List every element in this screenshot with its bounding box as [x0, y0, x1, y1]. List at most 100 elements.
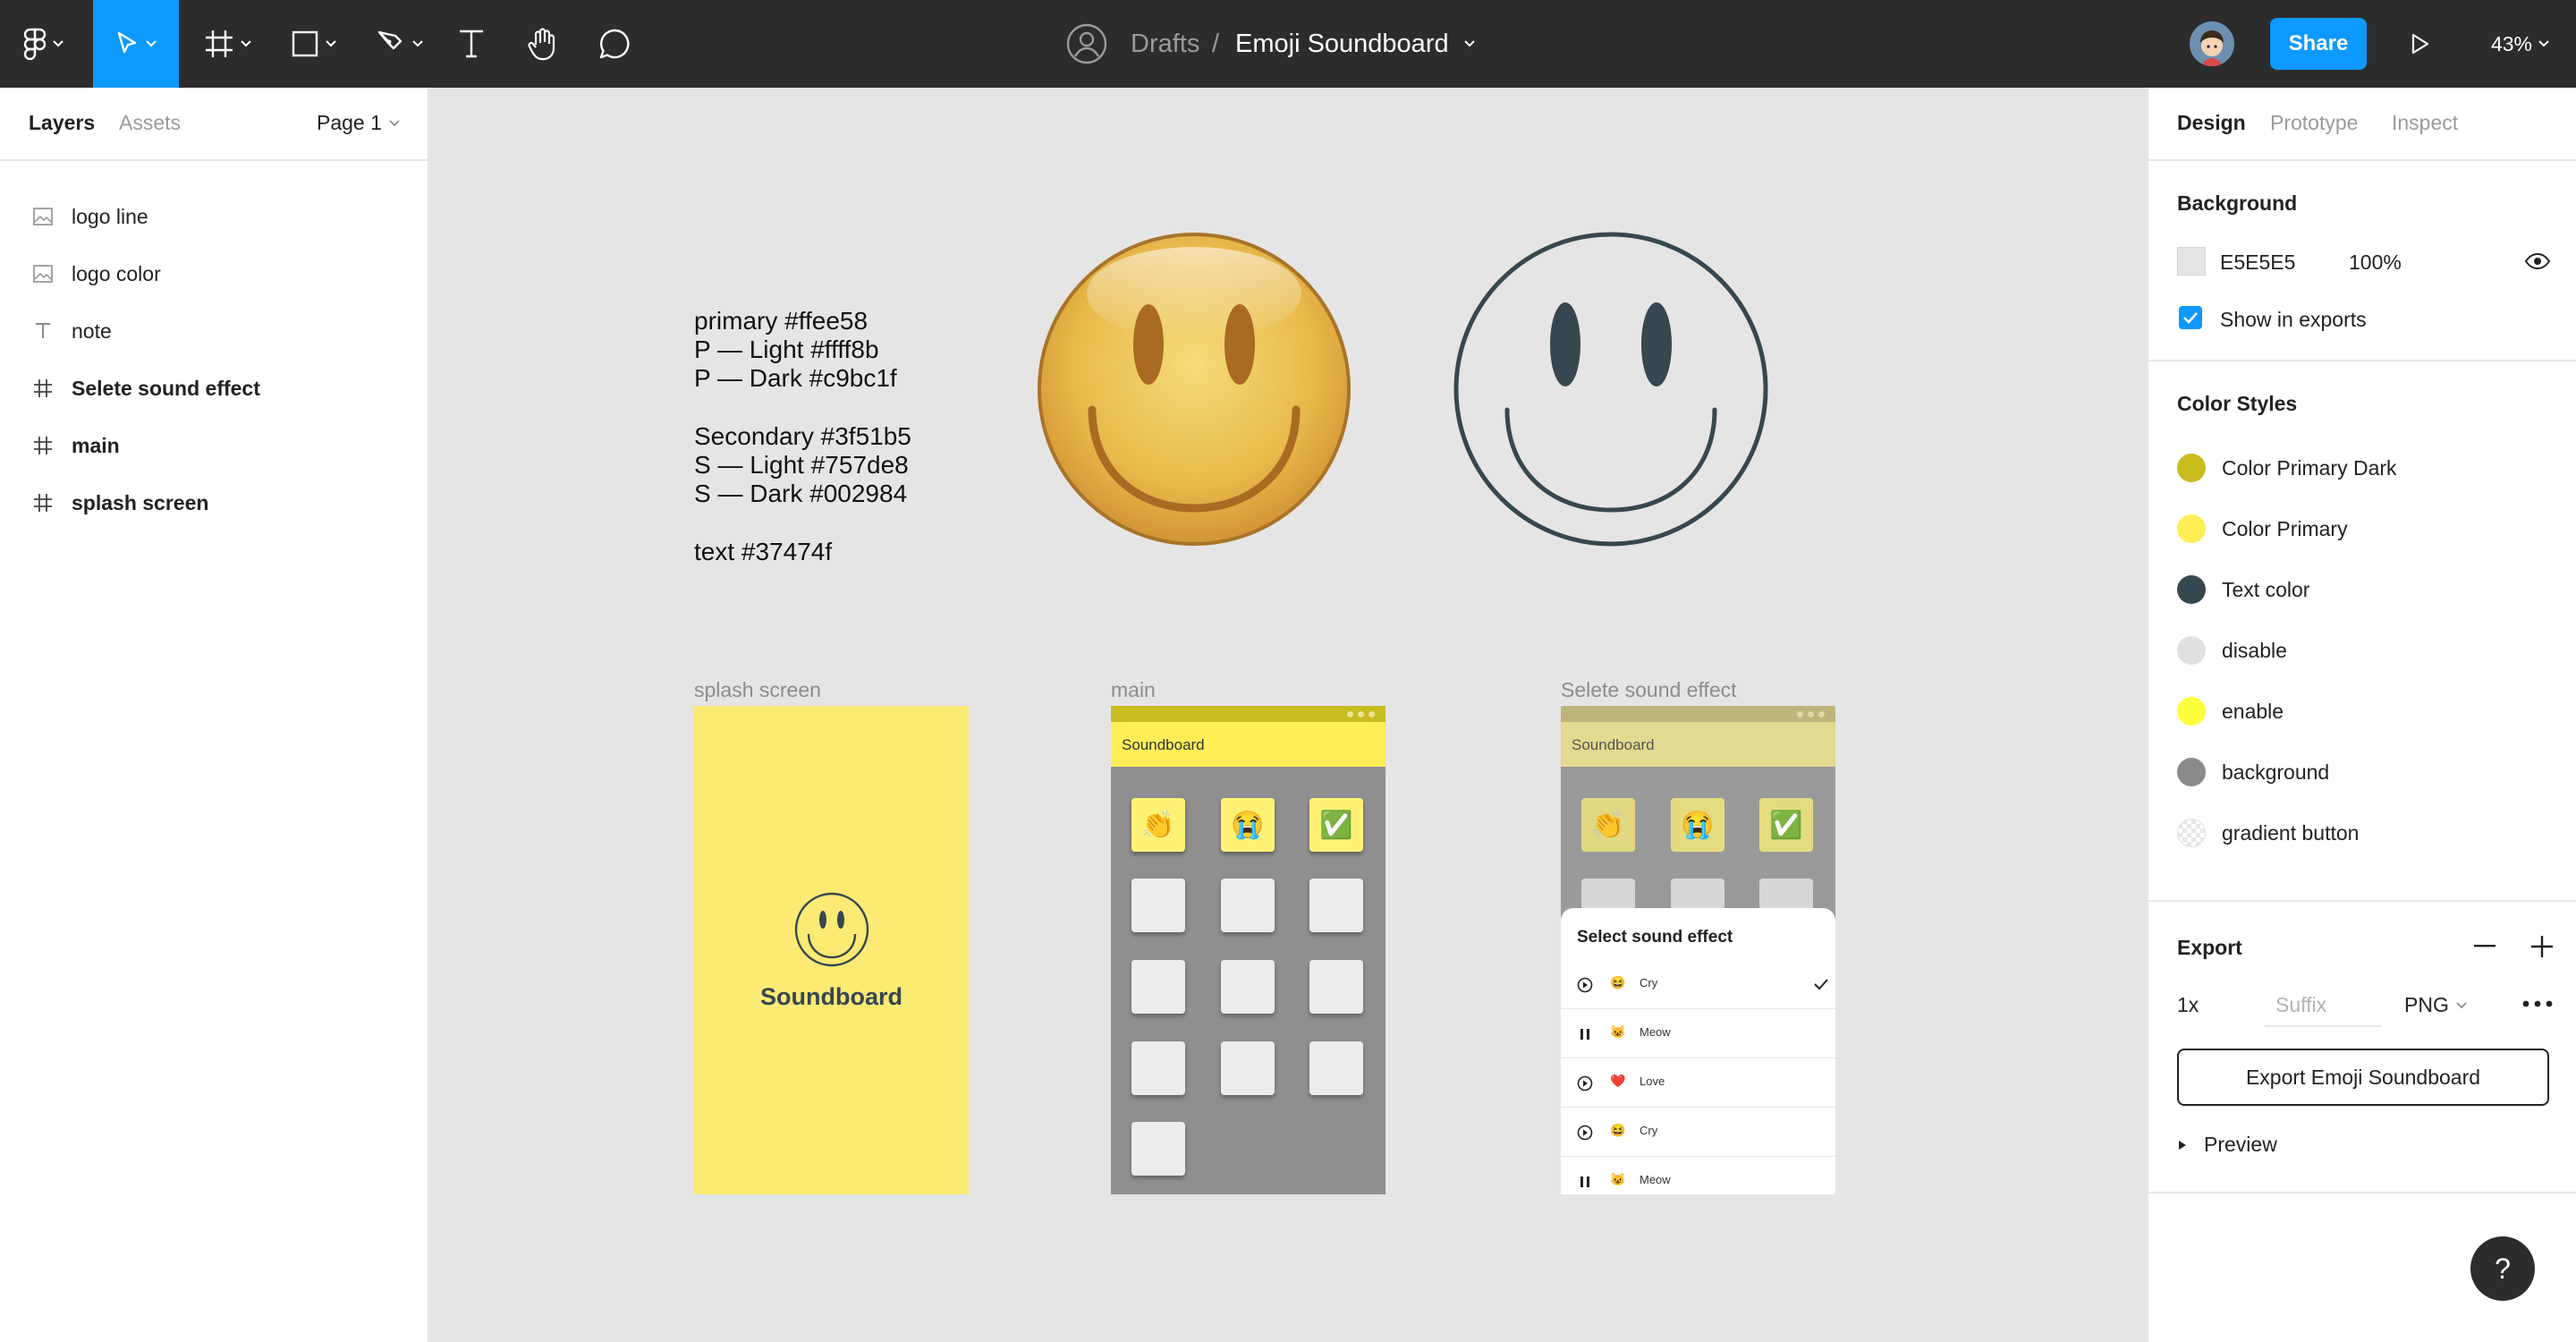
layer-row-selete-sound-effect[interactable]: Selete sound effect [0, 360, 428, 417]
user-avatar[interactable] [2190, 21, 2234, 66]
eye-icon[interactable] [2524, 252, 2551, 270]
empty-sound-tile[interactable] [1221, 960, 1275, 1014]
color-style-primary[interactable]: Color Primary [2148, 497, 2576, 558]
preview-toggle[interactable]: Preview [2177, 1133, 2277, 1157]
figma-logo-icon [23, 28, 47, 60]
color-style-disable[interactable]: disable [2148, 619, 2576, 680]
logo-line-smiley-icon[interactable] [1451, 231, 1771, 548]
page-selector[interactable]: Page 1 [317, 111, 400, 135]
layer-row-main[interactable]: main [0, 417, 428, 474]
present-button[interactable] [2406, 0, 2435, 88]
empty-sound-tile[interactable] [1131, 960, 1185, 1014]
empty-sound-tile[interactable] [1131, 879, 1185, 932]
empty-sound-tile[interactable] [1309, 960, 1363, 1014]
color-style-background[interactable]: background [2148, 741, 2576, 802]
frame-label-splash-screen[interactable]: splash screen [694, 678, 821, 702]
empty-sound-tile[interactable] [1131, 1122, 1185, 1176]
main-menu-button[interactable] [13, 0, 75, 88]
suffix-placeholder: Suffix [2275, 993, 2327, 1016]
rectangle-icon [292, 30, 318, 57]
background-swatch[interactable] [2177, 247, 2206, 276]
chevron-down-icon [2456, 1001, 2467, 1008]
tab-assets[interactable]: Assets [119, 111, 181, 135]
sound-tile[interactable]: 👏 [1581, 798, 1635, 852]
color-styles-title: Color Styles [2177, 392, 2298, 415]
breadcrumb-drafts[interactable]: Drafts [1131, 0, 1199, 88]
logo-color-smiley-icon[interactable] [1034, 231, 1354, 548]
file-menu-chevron-icon[interactable] [1458, 0, 1481, 88]
share-button[interactable]: Share [2270, 18, 2367, 70]
status-bar [1561, 706, 1835, 722]
tab-inspect[interactable]: Inspect [2392, 111, 2458, 135]
color-style-text[interactable]: Text color [2148, 558, 2576, 619]
tab-prototype[interactable]: Prototype [2270, 111, 2358, 135]
show-in-exports-checkbox[interactable] [2179, 306, 2202, 329]
app-bar-title: Soundboard [1572, 736, 1655, 753]
sound-option-row[interactable]: 😆 Cry [1561, 1108, 1835, 1157]
plus-icon[interactable] [2531, 936, 2553, 957]
tab-layers[interactable]: Layers [29, 111, 95, 135]
sound-tile[interactable]: 😭 [1671, 798, 1724, 852]
sound-option-row[interactable]: ❤️ Love [1561, 1058, 1835, 1108]
play-icon [2411, 33, 2429, 55]
tab-design[interactable]: Design [2177, 111, 2246, 135]
frame-label-selete-sound-effect[interactable]: Selete sound effect [1561, 678, 1737, 702]
background-hex[interactable]: E5E5E5 [2220, 251, 2295, 275]
sound-option-row[interactable]: 😺 Meow [1561, 1157, 1835, 1194]
color-style-gradient-button[interactable]: gradient button [2148, 802, 2576, 862]
color-style-name: Color Primary [2222, 517, 2348, 540]
file-name[interactable]: Emoji Soundboard [1235, 0, 1449, 88]
layer-row-note[interactable]: note [0, 302, 428, 360]
caret-right-icon [2179, 1140, 2186, 1150]
layer-row-splash-screen[interactable]: splash screen [0, 474, 428, 531]
sound-tile[interactable]: ✅ [1309, 798, 1363, 852]
frame-label-main[interactable]: main [1111, 678, 1156, 702]
layers-panel: Layers Assets Page 1 logo line logo colo… [0, 88, 429, 1342]
design-canvas[interactable]: primary #ffee58 P — Light #ffff8b P — Da… [431, 88, 2147, 1342]
empty-sound-tile[interactable] [1221, 1041, 1275, 1095]
shape-tool-button[interactable] [281, 0, 347, 88]
color-swatch [2177, 636, 2206, 665]
background-opacity[interactable]: 100% [2349, 251, 2402, 275]
color-style-enable[interactable]: enable [2148, 680, 2576, 741]
export-suffix-input[interactable]: Suffix [2265, 982, 2381, 1027]
export-format-select[interactable]: PNG [2404, 993, 2467, 1017]
comment-tool-button[interactable] [590, 0, 639, 88]
color-style-primary-dark[interactable]: Color Primary Dark [2148, 437, 2576, 497]
minus-icon[interactable] [2474, 945, 2496, 948]
sound-tile[interactable]: 😭 [1221, 798, 1275, 852]
note-line: P — Dark #c9bc1f [694, 364, 897, 392]
more-options-icon[interactable] [2522, 1000, 2553, 1007]
layer-name: logo color [72, 261, 161, 285]
sound-emoji: 😺 [1610, 1024, 1626, 1039]
empty-sound-tile[interactable] [1309, 879, 1363, 932]
empty-sound-tile[interactable] [1221, 879, 1275, 932]
sheet-title: Select sound effect [1577, 928, 1733, 947]
splash-screen-frame[interactable]: Soundboard [694, 706, 969, 1194]
check-icon [1814, 979, 1828, 990]
empty-sound-tile[interactable] [1309, 1041, 1363, 1095]
empty-sound-tile[interactable] [1131, 1041, 1185, 1095]
layer-row-logo-line[interactable]: logo line [0, 188, 428, 245]
export-section: Export 1x Suffix PNG Export Emoji Soundb… [2148, 902, 2576, 1193]
team-avatar-icon[interactable] [1064, 0, 1109, 88]
export-button[interactable]: Export Emoji Soundboard [2177, 1049, 2549, 1106]
sound-tile[interactable]: ✅ [1759, 798, 1813, 852]
sound-tile[interactable]: 👏 [1131, 798, 1185, 852]
color-style-name: disable [2222, 639, 2287, 662]
text-tool-button[interactable] [449, 0, 494, 88]
selete-sound-effect-frame[interactable]: Soundboard 👏 😭 ✅ Select sound effect 😆 C… [1561, 706, 1835, 1194]
main-frame[interactable]: Soundboard 👏 😭 ✅ [1111, 706, 1385, 1194]
pen-tool-button[interactable] [367, 0, 433, 88]
hand-tool-button[interactable] [519, 0, 567, 88]
frame-tool-button[interactable] [195, 0, 261, 88]
layer-row-logo-color[interactable]: logo color [0, 245, 428, 302]
zoom-menu[interactable]: 43% [2483, 0, 2558, 88]
color-swatch [2177, 514, 2206, 543]
export-scale[interactable]: 1x [2177, 993, 2199, 1017]
sound-option-row[interactable]: 😆 Cry [1561, 960, 1835, 1009]
move-tool-button[interactable] [93, 0, 179, 88]
sound-option-row[interactable]: 😺 Meow [1561, 1009, 1835, 1058]
help-button[interactable]: ? [2470, 1236, 2535, 1301]
color-swatch [2177, 575, 2206, 604]
